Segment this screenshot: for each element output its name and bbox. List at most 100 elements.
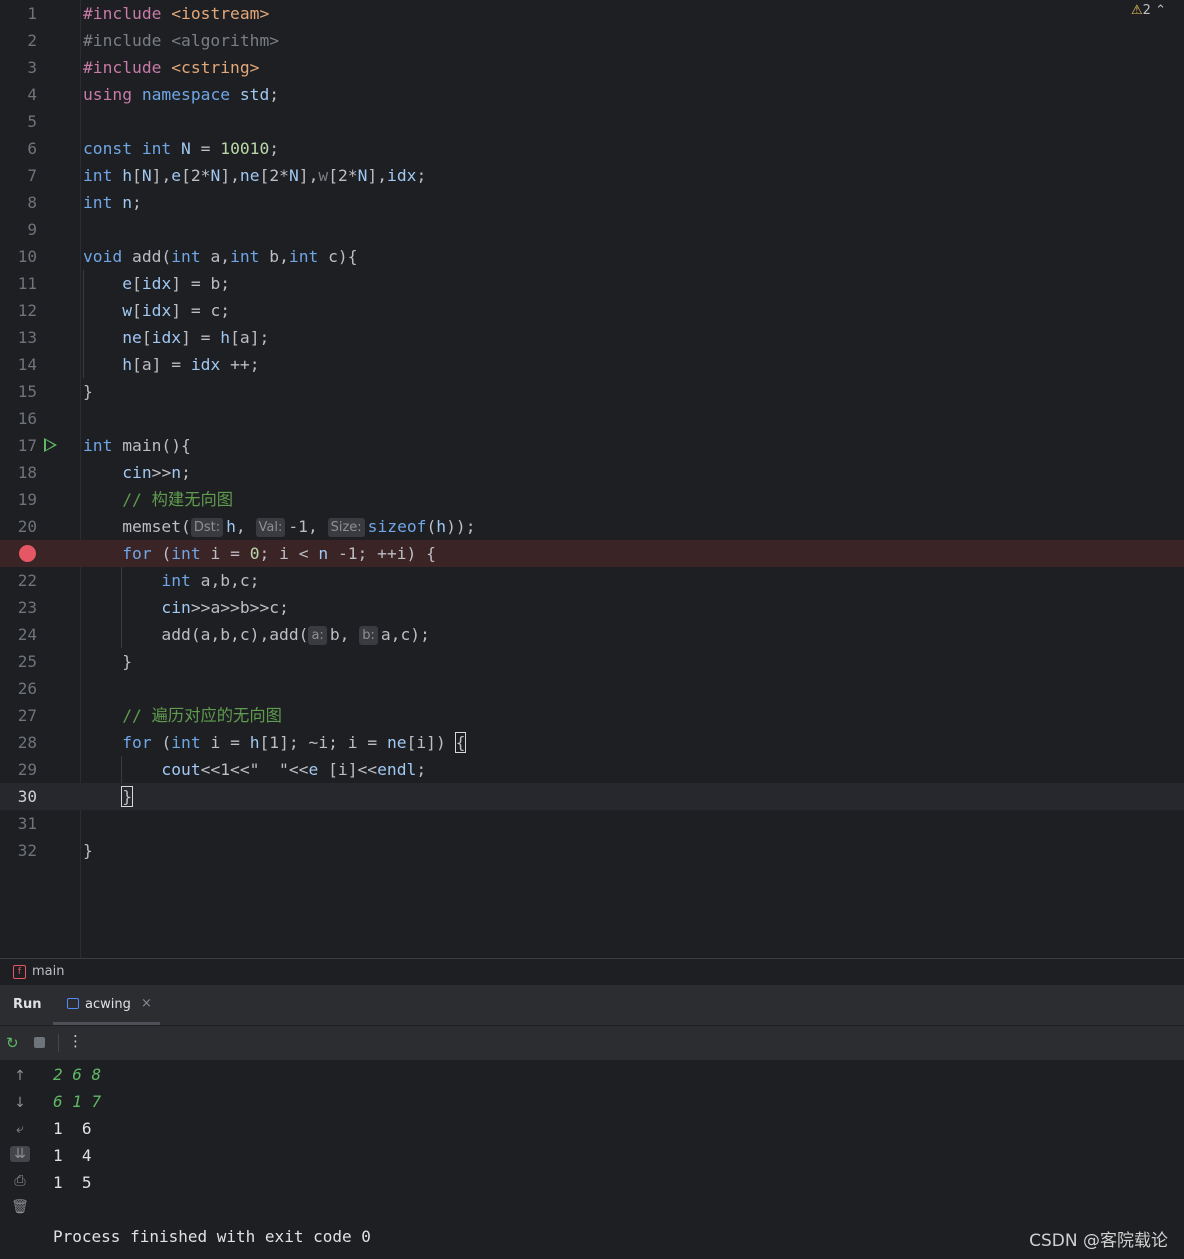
line-number: 7 xyxy=(27,166,37,185)
code-line[interactable]: 22 int a,b,c; xyxy=(0,567,1184,594)
code-line[interactable]: 25 } xyxy=(0,648,1184,675)
code-token: [2* xyxy=(181,166,211,185)
code-text: for (int i = 0; i < n -1; ++i) { xyxy=(83,540,436,567)
close-tab-button[interactable]: × xyxy=(141,996,152,1011)
code-line[interactable]: 16 xyxy=(0,405,1184,432)
line-number: 13 xyxy=(17,328,37,347)
code-line[interactable]: 17 int main(){ xyxy=(0,432,1184,459)
stop-icon[interactable] xyxy=(34,1037,45,1048)
code-token: i = xyxy=(210,733,250,752)
code-line[interactable]: 13 ne[idx] = h[a]; xyxy=(0,324,1184,351)
toolbar-separator xyxy=(58,1034,59,1052)
arrow-down-icon[interactable]: ↓ xyxy=(10,1095,30,1111)
trash-icon[interactable]: 🗑 xyxy=(10,1199,30,1215)
code-line[interactable]: 15} xyxy=(0,378,1184,405)
console-icon xyxy=(67,998,79,1009)
scroll-to-end-icon[interactable]: ⇊ xyxy=(10,1146,30,1162)
code-line[interactable]: 20 memset(Dst: h, Val: -1, Size: sizeof(h))… xyxy=(0,513,1184,540)
code-text: int n; xyxy=(83,189,142,216)
code-line[interactable]: 4 using namespace std; xyxy=(0,81,1184,108)
code-line[interactable]: 1 #include <iostream> xyxy=(0,0,1184,27)
code-text: } xyxy=(83,783,134,810)
code-token: h xyxy=(436,517,447,536)
breakpoint-icon[interactable] xyxy=(19,545,36,562)
run-tool-window-header: Run acwing × xyxy=(0,985,1184,1025)
code-line[interactable]: 6 const int N = 10010; xyxy=(0,135,1184,162)
code-token: void xyxy=(83,247,133,266)
code-line[interactable]: 12 w[idx] = c; xyxy=(0,297,1184,324)
code-line[interactable]: 27 // 遍历对应的无向图 xyxy=(0,702,1184,729)
code-token: ; xyxy=(269,139,280,158)
code-line[interactable]: 29 cout<<1<<" "<<e [i]<<endl; xyxy=(0,756,1184,783)
code-token: cin xyxy=(122,463,152,482)
code-text: int h[N],e[2*N],ne[2*N],w[2*N],idx; xyxy=(83,162,426,189)
run-gutter-icon[interactable] xyxy=(44,438,57,452)
code-line[interactable]: 19 // 构建无向图 xyxy=(0,486,1184,513)
code-line[interactable]: 5 xyxy=(0,108,1184,135)
code-token: [ xyxy=(132,301,142,320)
print-icon[interactable]: ⎙ xyxy=(10,1173,30,1189)
console-output[interactable]: ↑ ↓ ⤶ ⇊ ⎙ 🗑 2 6 8 6 1 7 1 6 1 4 1 5 Process f… xyxy=(0,1060,1184,1259)
code-line[interactable]: 14 h[a] = idx ++; xyxy=(0,351,1184,378)
code-line[interactable]: 24 add(a,b,c),add(a: b, b: a,c); xyxy=(0,621,1184,648)
code-text: void add(int a,int b,int c){ xyxy=(83,243,358,270)
code-token: ( xyxy=(161,544,172,563)
code-line[interactable]: 30 } xyxy=(0,783,1184,810)
code-line[interactable]: 8 int n; xyxy=(0,189,1184,216)
code-token: ], xyxy=(220,166,240,185)
code-line[interactable]: 3 #include <cstring> xyxy=(0,54,1184,81)
code-text: const int N = 10010; xyxy=(83,135,279,162)
rerun-icon[interactable]: ↻ xyxy=(6,1034,19,1052)
code-line[interactable]: 31 xyxy=(0,810,1184,837)
parameter-hint: Val: xyxy=(255,518,286,537)
code-line[interactable]: 32} xyxy=(0,837,1184,864)
code-line[interactable]: 7 int h[N],e[2*N],ne[2*N],w[2*N],idx; xyxy=(0,162,1184,189)
code-line[interactable]: 2 #include <algorithm> xyxy=(0,27,1184,54)
code-line[interactable]: 26 xyxy=(0,675,1184,702)
arrow-up-icon[interactable]: ↑ xyxy=(10,1068,30,1084)
code-token: h xyxy=(122,355,133,374)
code-text: cout<<1<<" "<<e [i]<<endl; xyxy=(83,756,426,783)
code-text: // 遍历对应的无向图 xyxy=(83,702,282,729)
code-text: } xyxy=(83,648,132,675)
code-token: c){ xyxy=(328,247,358,266)
tab-acwing[interactable]: acwing × xyxy=(53,985,160,1025)
code-token: h xyxy=(122,166,133,185)
code-token: i = xyxy=(210,544,250,563)
code-line[interactable]: 28 for (int i = h[1]; ~i; i = ne[i]) { xyxy=(0,729,1184,756)
soft-wrap-icon[interactable]: ⤶ xyxy=(10,1121,30,1137)
code-token: N xyxy=(210,166,221,185)
code-text: cin>>n; xyxy=(83,459,191,486)
code-token: ne xyxy=(122,328,142,347)
code-text: // 构建无向图 xyxy=(83,486,233,513)
line-number: 31 xyxy=(17,814,37,833)
code-editor[interactable]: ⚠2 ⌃ 1 #include <iostream> 2 #include <algo… xyxy=(0,0,1184,958)
breadcrumb-label[interactable]: main xyxy=(32,964,64,979)
line-number: 27 xyxy=(17,706,37,725)
code-line[interactable]: 9 xyxy=(0,216,1184,243)
code-token: } xyxy=(83,841,93,860)
code-token: ; xyxy=(181,463,191,482)
code-token: a,b,c; xyxy=(200,571,260,590)
code-token: const int xyxy=(83,139,182,158)
more-options-icon[interactable]: ⋮ xyxy=(68,1032,83,1050)
breadcrumb[interactable]: f main xyxy=(0,958,1184,985)
code-line[interactable]: 11 e[idx] = b; xyxy=(0,270,1184,297)
code-token: int xyxy=(288,247,329,266)
line-number: 19 xyxy=(17,490,37,509)
code-token: [2* xyxy=(328,166,358,185)
code-token: e xyxy=(171,166,182,185)
code-text: #include <cstring> xyxy=(83,54,259,81)
code-token: } xyxy=(83,652,133,671)
code-line[interactable]: 10 void add(int a,int b,int c){ xyxy=(0,243,1184,270)
code-token: ] = xyxy=(181,328,221,347)
code-line[interactable]: 23 cin>>a>>b>>c; xyxy=(0,594,1184,621)
code-line[interactable]: 21 for (int i = 0; i < n -1; ++i) { xyxy=(0,540,1184,567)
line-number: 2 xyxy=(27,31,37,50)
code-line[interactable]: 18 cin>>n; xyxy=(0,459,1184,486)
